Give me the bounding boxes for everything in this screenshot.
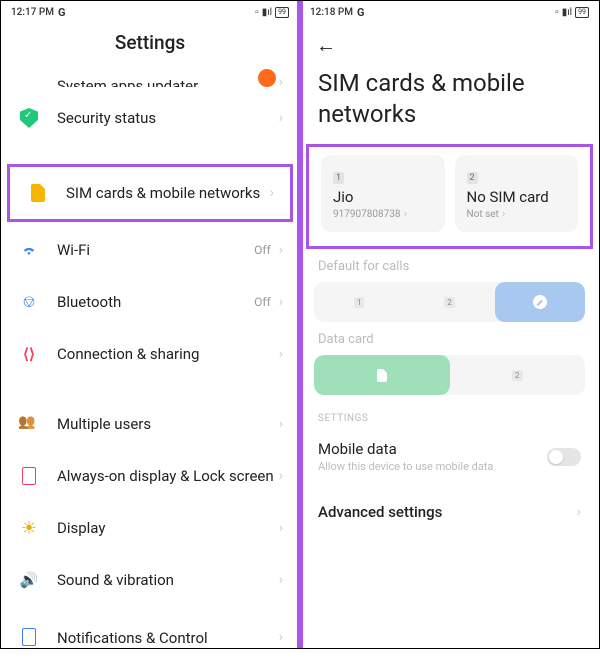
row-label: SIM cards & mobile networks [66, 183, 270, 203]
chevron-right-icon: › [279, 572, 283, 588]
chevron-right-icon: › [279, 468, 283, 484]
panel-divider [297, 1, 303, 648]
sim-name: No SIM card [467, 188, 567, 206]
chevron-right-icon: › [279, 520, 283, 536]
sim-number-badge: 2 [467, 172, 478, 184]
chevron-right-icon: › [577, 504, 581, 520]
page-title: Settings [1, 23, 299, 66]
row-status: Off [254, 243, 271, 257]
sim-icon [26, 181, 50, 205]
statusbar: 12:18 PM G ▫ ▮ıl 99 [300, 1, 599, 23]
sim-card-2[interactable]: 2 No SIM card Not set › [455, 155, 579, 232]
settings-screen: 12:17 PM G ▫ ▮ıl 99 Settings System apps… [1, 1, 300, 648]
row-label: Always-on display & Lock screen [57, 466, 279, 486]
data-card-opt-1[interactable] [314, 355, 450, 395]
row-label: Sound & vibration [57, 570, 279, 590]
status-time: 12:18 PM [310, 7, 353, 18]
row-label: Security status [57, 108, 279, 128]
chevron-right-icon: › [500, 209, 505, 220]
sim-signal-icon: ▫ [255, 7, 259, 18]
chevron-right-icon: › [279, 629, 283, 645]
row-label: Connection & sharing [57, 344, 279, 364]
setting-title: Mobile data [318, 440, 547, 458]
sound-icon: 🔊 [17, 568, 41, 592]
chevron-right-icon: › [279, 242, 283, 258]
users-icon [17, 412, 41, 436]
row-label: Bluetooth [57, 292, 254, 312]
row-sim-cards[interactable]: SIM cards & mobile networks › [10, 167, 290, 219]
signal-icon: ▮ıl [562, 7, 572, 18]
statusbar: 12:17 PM G ▫ ▮ıl 99 [1, 1, 299, 23]
sim-subtitle: Not set › [467, 209, 567, 220]
notifications-icon [17, 625, 41, 649]
setting-subtitle: Allow this device to use mobile data [318, 460, 547, 473]
chevron-right-icon: › [279, 294, 283, 310]
data-card-opt-2[interactable]: 2 [450, 355, 586, 395]
row-label: System apps updater [57, 76, 247, 87]
sim-settings-screen: 12:18 PM G ▫ ▮ıl 99 ← SIM cards & mobile… [300, 1, 599, 648]
section-label-data-card: Data card [300, 322, 599, 355]
row-wifi[interactable]: Wi-Fi Off › [1, 224, 299, 276]
section-label-default-calls: Default for calls [300, 249, 599, 282]
row-status: Off [254, 295, 271, 309]
sim-card-1[interactable]: 1 Jio 917907808738 › [321, 155, 445, 232]
wifi-icon [17, 238, 41, 262]
sim-signal-icon: ▫ [555, 7, 559, 18]
sim-subtitle: 917907808738 › [333, 209, 433, 220]
sim-icon [377, 369, 387, 382]
mobile-data-toggle[interactable] [547, 448, 581, 466]
bluetooth-icon: ⎊ [17, 290, 41, 314]
google-icon: G [357, 6, 365, 19]
aod-icon [17, 464, 41, 488]
chevron-right-icon: › [401, 209, 406, 220]
page-title: SIM cards & mobile networks [300, 62, 599, 144]
row-notifications[interactable]: Notifications & Control › [1, 606, 299, 658]
highlight-sim-cards-block: 1 Jio 917907808738 › 2 No SIM card Not s… [306, 144, 593, 249]
row-label: Notifications & Control [57, 628, 279, 646]
sim-number-badge: 1 [333, 172, 344, 184]
row-label: Wi-Fi [57, 240, 254, 260]
row-sound-vibration[interactable]: 🔊 Sound & vibration › [1, 554, 299, 606]
sun-icon: ☀ [17, 516, 41, 540]
row-label: Multiple users [57, 414, 279, 434]
status-time: 12:17 PM [11, 7, 54, 18]
default-calls-opt-2[interactable]: 2 [404, 282, 494, 322]
settings-header: SETTINGS [300, 395, 599, 432]
shield-icon [17, 106, 41, 130]
row-label: Display [57, 518, 279, 538]
default-calls-opt-ask[interactable] [495, 282, 585, 322]
back-button[interactable]: ← [316, 33, 336, 57]
row-aod-lock[interactable]: Always-on display & Lock screen › [1, 450, 299, 502]
battery-icon: 99 [575, 7, 589, 18]
row-bluetooth[interactable]: ⎊ Bluetooth Off › [1, 276, 299, 328]
row-mobile-data[interactable]: Mobile data Allow this device to use mob… [300, 432, 599, 481]
share-icon: ⟨⟩ [17, 342, 41, 366]
row-label: Advanced settings [318, 503, 577, 521]
ask-icon [533, 295, 547, 309]
data-card-segment: 2 [314, 355, 585, 395]
default-calls-segment: 1 2 [314, 282, 585, 322]
updater-icon [17, 66, 41, 90]
row-multiple-users[interactable]: Multiple users › [1, 398, 299, 450]
row-connection-sharing[interactable]: ⟨⟩ Connection & sharing › [1, 328, 299, 380]
default-calls-opt-1[interactable]: 1 [314, 282, 404, 322]
chevron-right-icon: › [279, 416, 283, 432]
sim-name: Jio [333, 188, 433, 206]
row-advanced-settings[interactable]: Advanced settings › [300, 481, 599, 531]
chevron-right-icon: › [279, 346, 283, 362]
battery-icon: 99 [275, 7, 289, 18]
signal-icon: ▮ıl [262, 7, 272, 18]
highlight-sim-cards: SIM cards & mobile networks › [7, 164, 293, 222]
row-security-status[interactable]: Security status › [1, 92, 299, 144]
chevron-right-icon: › [270, 185, 274, 201]
chevron-right-icon: › [279, 110, 283, 126]
google-icon: G [58, 6, 66, 19]
row-display[interactable]: ☀ Display › [1, 502, 299, 554]
row-system-apps-updater[interactable]: System apps updater › [1, 66, 299, 92]
chevron-right-icon: › [279, 74, 283, 90]
updater-badge-icon [255, 66, 279, 90]
